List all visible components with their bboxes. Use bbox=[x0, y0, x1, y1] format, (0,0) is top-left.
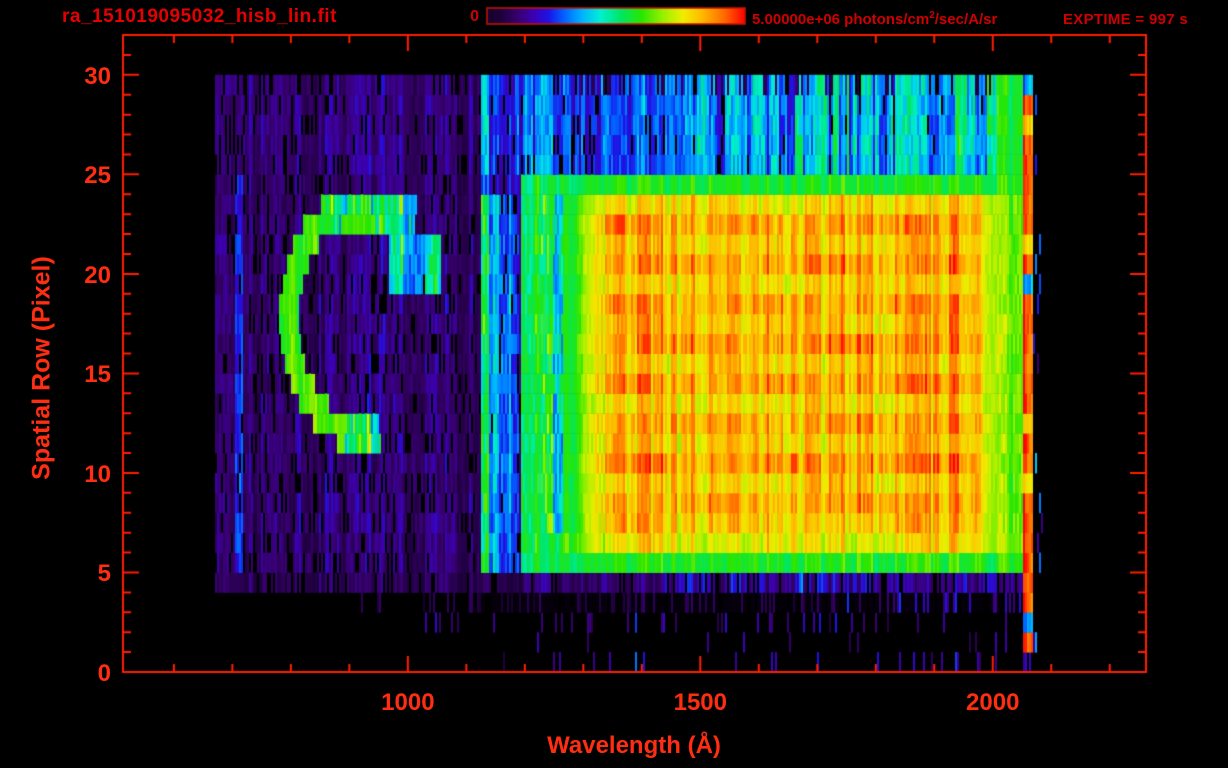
y-tick-label-20: 20 bbox=[84, 261, 111, 289]
colorbar-min-label: 0 bbox=[470, 8, 479, 25]
x-tick-label-1000: 1000 bbox=[381, 689, 435, 716]
plot-window: ra_151019095032_hisb_lin.fit 0 5.00000e+… bbox=[0, 0, 1228, 768]
y-tick-label-0: 0 bbox=[97, 660, 111, 687]
spectral-image-canvas bbox=[0, 0, 1228, 768]
exptime-label: EXPTIME = 997 s bbox=[1063, 11, 1188, 28]
y-axis-title: Spatial Row (Pixel) bbox=[27, 256, 56, 480]
y-tick-label-30: 30 bbox=[84, 62, 111, 90]
y-tick-label-25: 25 bbox=[84, 162, 111, 190]
x-tick-label-1500: 1500 bbox=[673, 689, 727, 716]
y-tick-label-5: 5 bbox=[97, 560, 111, 588]
y-tick-label-15: 15 bbox=[84, 361, 111, 389]
colorbar-max-label-prefix: 5.00000e+06 photons/cm bbox=[752, 11, 930, 28]
x-axis-title: Wavelength (Å) bbox=[547, 732, 721, 759]
file-title: ra_151019095032_hisb_lin.fit bbox=[62, 6, 337, 27]
colorbar-max-label: 5.00000e+06 photons/cm2/sec/A/sr bbox=[752, 11, 998, 28]
y-tick-label-10: 10 bbox=[84, 460, 111, 488]
colorbar-max-label-suffix: /sec/A/sr bbox=[934, 11, 998, 28]
x-tick-label-2000: 2000 bbox=[966, 689, 1020, 716]
